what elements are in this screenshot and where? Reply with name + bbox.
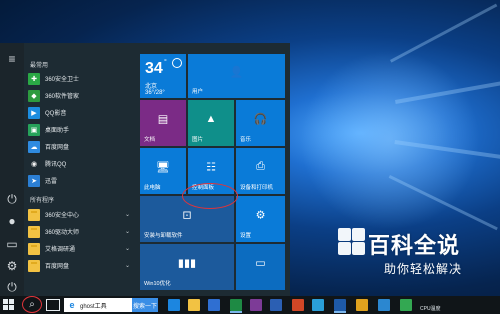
browser-icon[interactable] xyxy=(312,299,324,311)
app-item-360-safe[interactable]: ✚ 360安全卫士 xyxy=(28,71,132,86)
cloud-drive-icon: ☁ xyxy=(28,140,40,153)
terminal-icon: ▭ xyxy=(255,257,266,270)
app-item-qq-player[interactable]: ▶ QQ影音 xyxy=(28,105,132,120)
folder-item-360-safe-center[interactable]: 360安全中心 ⌄ xyxy=(28,207,132,222)
power-button-icon[interactable]: ⏻ xyxy=(4,279,20,295)
gear-icon: ⚙ xyxy=(255,209,266,222)
tile-music[interactable]: 🎧 音乐 xyxy=(236,100,285,146)
folder-icon xyxy=(28,208,40,221)
app-item-thunder[interactable]: ➤ 迅雷 xyxy=(28,173,132,188)
tile-win10-optimize[interactable]: ▮▮▮ Win10优化 xyxy=(140,244,234,290)
tile-settings[interactable]: ⚙ 设置 xyxy=(236,196,285,242)
watermark-logo-icon xyxy=(334,228,368,256)
app-item-desktop-assistant[interactable]: ▣ 桌面助手 xyxy=(28,122,132,137)
desktop-assistant-icon: ▣ xyxy=(28,123,40,136)
tile-cmd[interactable]: ▭ xyxy=(236,244,285,290)
task-view-icon[interactable] xyxy=(46,299,60,311)
folder-item-360-driver[interactable]: 360驱动大师 ⌄ xyxy=(28,224,132,239)
tile-pictures[interactable]: ▲ 图片 xyxy=(188,100,234,146)
app-icon-2[interactable] xyxy=(378,299,390,311)
watermark: 百科全说 助你轻松解决 xyxy=(338,228,498,286)
software-manager-icon: ◆ xyxy=(28,89,40,102)
file-explorer-icon[interactable] xyxy=(188,299,200,311)
user-avatar-icon[interactable]: ● xyxy=(4,213,20,229)
excel-icon[interactable] xyxy=(230,299,242,311)
highlight-circle xyxy=(182,183,238,209)
documents-icon[interactable]: ▭ xyxy=(4,236,20,252)
headphones-icon: 🎧 xyxy=(253,113,268,126)
qq-player-icon: ▶ xyxy=(28,106,40,119)
start-left-rail: ≡ ⏻ ● ▭ ⚙ ⏻ xyxy=(0,43,24,296)
onenote-icon[interactable] xyxy=(250,299,262,311)
app-item-tencent-qq[interactable]: ◉ 腾讯QQ xyxy=(28,156,132,171)
download-box-icon: ⊡ xyxy=(182,209,192,222)
running-indicator xyxy=(230,311,242,313)
powerpoint-icon[interactable] xyxy=(292,299,304,311)
tile-user[interactable]: 👤 用户 xyxy=(188,54,285,98)
all-programs-heading: 所有程序 xyxy=(30,198,55,204)
search-go-button[interactable]: 搜索一下 xyxy=(132,298,158,312)
running-indicator xyxy=(334,311,346,313)
search-icon[interactable]: ⌕ xyxy=(24,298,40,312)
chevron-down-icon: ⌄ xyxy=(124,212,130,218)
sliders-icon: ☷ xyxy=(206,161,216,174)
folder-item-baidu-netdisk[interactable]: 百度网盘 ⌄ xyxy=(28,258,132,273)
chevron-down-icon: ⌄ xyxy=(124,246,130,252)
word-icon[interactable] xyxy=(270,299,282,311)
monitor-icon: 🖥 xyxy=(156,161,170,174)
chevron-down-icon: ⌄ xyxy=(124,263,130,269)
settings-gear-icon[interactable]: ⚙ xyxy=(4,258,20,274)
sun-icon xyxy=(172,58,182,68)
app-list: 最常用 ✚ 360安全卫士 ◆ 360软件管家 ▶ QQ影音 ▣ 桌面助手 ☁ … xyxy=(24,43,134,296)
app-item-baidu-netdisk[interactable]: ☁ 百度网盘 xyxy=(28,139,132,154)
folder-item-survey[interactable]: 艾格调研通 ⌄ xyxy=(28,241,132,256)
app-icon[interactable] xyxy=(356,299,368,311)
folder-icon xyxy=(28,225,40,238)
chart-bars-icon: ▮▮▮ xyxy=(177,257,197,270)
app-icon-3[interactable] xyxy=(400,299,412,311)
user-icon: 👤 xyxy=(229,66,244,79)
start-button[interactable] xyxy=(3,299,15,311)
tile-weather[interactable]: 34 ° 北京 36°/28° xyxy=(140,54,186,98)
picture-icon: ▲ xyxy=(205,113,217,126)
tile-documents[interactable]: ▤ 文档 xyxy=(140,100,186,146)
app-item-360-software[interactable]: ◆ 360软件管家 xyxy=(28,88,132,103)
search-box[interactable]: e ghost工具 xyxy=(64,298,136,312)
shield-icon: ✚ xyxy=(28,72,40,85)
tile-this-pc[interactable]: 🖥 此电脑 xyxy=(140,148,186,194)
tiles-area: 34 ° 北京 36°/28° 👤 用户 ▤ 文档 ▲ 图片 🎧 音乐 🖥 此电… xyxy=(134,43,290,296)
thunder-icon: ➤ xyxy=(28,174,40,187)
printer-icon: ⎙ xyxy=(256,160,265,173)
document-icon: ▤ xyxy=(157,113,169,126)
most-used-heading: 最常用 xyxy=(30,63,49,69)
word-doc-icon[interactable] xyxy=(334,299,346,311)
chevron-down-icon: ⌄ xyxy=(124,229,130,235)
browser-e-icon: e xyxy=(69,300,75,310)
start-menu: ≡ ⏻ ● ▭ ⚙ ⏻ 最常用 ✚ 360安全卫士 ◆ 360软件管家 ▶ QQ… xyxy=(0,43,290,296)
tile-devices-printers[interactable]: ⎙ 设备和打印机 xyxy=(236,148,285,194)
cpu-temp-label: CPU温度 xyxy=(420,306,441,312)
folder-icon xyxy=(28,259,40,272)
folder-icon xyxy=(28,242,40,255)
edge-browser-icon[interactable] xyxy=(168,299,180,311)
taskbar: ⌕ e ghost工具 搜索一下 CPU温度 xyxy=(0,296,500,314)
store-icon[interactable] xyxy=(208,299,220,311)
hamburger-menu-icon[interactable]: ≡ xyxy=(4,51,20,67)
qq-penguin-icon: ◉ xyxy=(28,157,40,170)
power-icon[interactable]: ⏻ xyxy=(4,191,20,207)
